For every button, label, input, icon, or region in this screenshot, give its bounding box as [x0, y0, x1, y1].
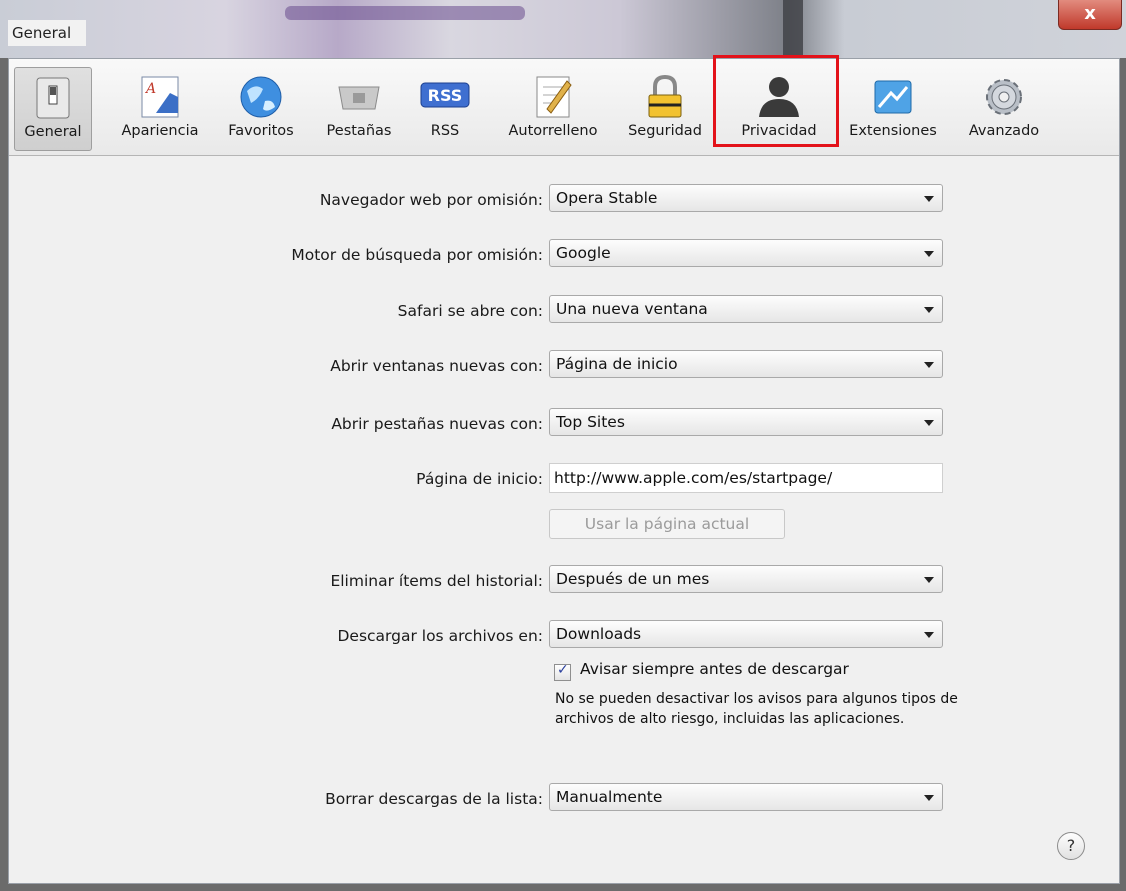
remove-history-label: Eliminar ítems del historial:	[330, 572, 543, 590]
checkmark-icon: ✓	[557, 662, 569, 678]
lock-icon	[648, 74, 682, 118]
select-value: Google	[556, 244, 611, 262]
tab-label: Avanzado	[968, 123, 1040, 139]
tab-avanzado[interactable]: Avanzado	[959, 67, 1049, 151]
search-engine-select[interactable]: Google	[549, 239, 943, 267]
tab-apariencia[interactable]: A Apariencia	[111, 67, 209, 151]
rss-badge-text: RSS	[428, 86, 463, 105]
download-to-select[interactable]: Downloads	[549, 620, 943, 648]
chevron-down-icon	[924, 420, 934, 426]
select-value: Manualmente	[556, 788, 663, 806]
title-bar	[0, 0, 1126, 58]
tab-autorrelleno[interactable]: Autorrelleno	[501, 67, 605, 151]
help-button[interactable]: ?	[1057, 832, 1085, 860]
tabs-icon	[338, 86, 380, 110]
download-to-label: Descargar los archivos en:	[337, 627, 543, 645]
tab-favoritos[interactable]: Favoritos	[219, 67, 303, 151]
background-blur	[285, 6, 525, 20]
general-settings: Navegador web por omisión: Opera Stable …	[9, 156, 1119, 883]
warning-note: No se pueden desactivar los avisos para …	[555, 691, 958, 727]
chevron-down-icon	[924, 362, 934, 368]
svg-text:A: A	[144, 81, 156, 97]
search-engine-label: Motor de búsqueda por omisión:	[291, 246, 543, 264]
background-blur	[783, 0, 803, 58]
select-value: Opera Stable	[556, 189, 658, 207]
homepage-input[interactable]: http://www.apple.com/es/startpage/	[549, 463, 943, 493]
use-current-page-button[interactable]: Usar la página actual	[549, 509, 785, 539]
clear-downloads-label: Borrar descargas de la lista:	[325, 790, 543, 808]
window-title: General	[8, 20, 86, 46]
new-windows-label: Abrir ventanas nuevas con:	[330, 357, 543, 375]
remove-history-select[interactable]: Después de un mes	[549, 565, 943, 593]
select-value: Una nueva ventana	[556, 300, 708, 318]
tab-label: Apariencia	[121, 123, 199, 139]
always-ask-label[interactable]: Avisar siempre antes de descargar	[580, 660, 849, 678]
privacy-highlight-box	[713, 55, 839, 147]
close-button[interactable]: x	[1058, 0, 1122, 30]
new-tabs-label: Abrir pestañas nuevas con:	[331, 415, 543, 433]
tab-pestanas[interactable]: Pestañas	[319, 67, 399, 151]
tab-label: RSS	[430, 123, 460, 139]
chevron-down-icon	[924, 577, 934, 583]
font-icon: A	[141, 76, 179, 118]
default-browser-label: Navegador web por omisión:	[319, 191, 543, 209]
preferences-window: General A Apariencia Favoritos Pestañas …	[8, 55, 1120, 884]
tab-label: Pestañas	[326, 123, 392, 139]
new-windows-select[interactable]: Página de inicio	[549, 350, 943, 378]
select-value: Página de inicio	[556, 355, 678, 373]
extension-icon	[874, 80, 912, 114]
always-ask-checkbox[interactable]: ✓	[554, 662, 571, 681]
chevron-down-icon	[924, 795, 934, 801]
tab-label: Favoritos	[228, 123, 294, 139]
tab-extensiones[interactable]: Extensiones	[839, 67, 947, 151]
tab-label: General	[24, 124, 82, 140]
globe-icon	[240, 76, 282, 118]
rss-icon: RSS	[420, 82, 470, 108]
pencil-icon	[536, 76, 572, 118]
default-browser-select[interactable]: Opera Stable	[549, 184, 943, 212]
tab-rss[interactable]: RSS RSS	[415, 67, 475, 151]
chevron-down-icon	[924, 196, 934, 202]
select-value: Downloads	[556, 625, 642, 643]
gear-icon	[986, 79, 1022, 115]
tab-general[interactable]: General	[14, 67, 92, 151]
chevron-down-icon	[924, 251, 934, 257]
switch-icon	[36, 77, 70, 119]
tab-label: Seguridad	[628, 123, 702, 139]
safari-opens-label: Safari se abre con:	[397, 302, 543, 320]
clear-downloads-select[interactable]: Manualmente	[549, 783, 943, 811]
tab-label: Autorrelleno	[508, 123, 598, 139]
homepage-label: Página de inicio:	[416, 470, 543, 488]
tab-seguridad[interactable]: Seguridad	[619, 67, 711, 151]
tab-label: Extensiones	[849, 123, 937, 139]
select-value: Top Sites	[556, 413, 625, 431]
preferences-toolbar: General A Apariencia Favoritos Pestañas …	[9, 55, 1119, 156]
select-value: Después de un mes	[556, 570, 710, 588]
chevron-down-icon	[924, 632, 934, 638]
safari-opens-select[interactable]: Una nueva ventana	[549, 295, 943, 323]
chevron-down-icon	[924, 307, 934, 313]
new-tabs-select[interactable]: Top Sites	[549, 408, 943, 436]
